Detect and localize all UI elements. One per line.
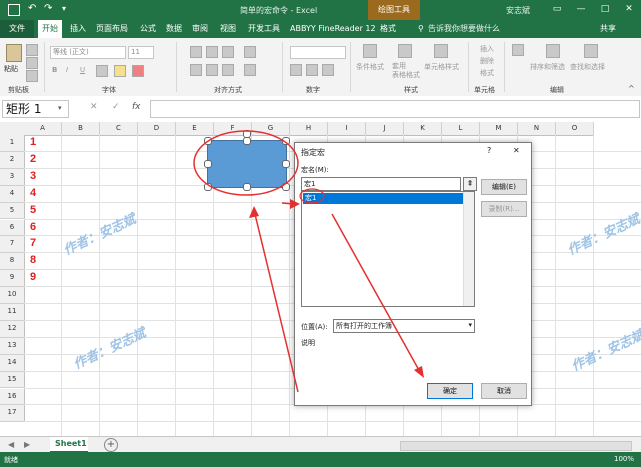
annotation-ellipse-shape <box>193 130 299 196</box>
annotation-arrow-to-shape <box>253 209 299 393</box>
annotation-arrowhead <box>249 206 259 218</box>
annotation-ellipse-macro <box>299 188 325 204</box>
add-sheet-button[interactable]: + <box>104 438 118 452</box>
sheet-tab-sheet1[interactable]: Sheet1 <box>50 437 88 453</box>
annotation-arrowhead <box>414 366 424 378</box>
zoom-level[interactable]: 100% <box>614 455 634 463</box>
horizontal-scrollbar[interactable] <box>400 441 632 451</box>
annotation-arrow-to-ok <box>331 213 421 373</box>
sheet-bar: ◀ ▶ Sheet1 + <box>0 436 641 453</box>
annotation-arrowhead <box>290 199 300 209</box>
sheet-prev-icon[interactable]: ◀ <box>8 440 14 449</box>
status-ready: 就绪 <box>4 456 18 464</box>
status-bar: 就绪 100% <box>0 452 641 467</box>
annotation-overlay <box>193 130 424 393</box>
sheet-next-icon[interactable]: ▶ <box>24 440 30 449</box>
